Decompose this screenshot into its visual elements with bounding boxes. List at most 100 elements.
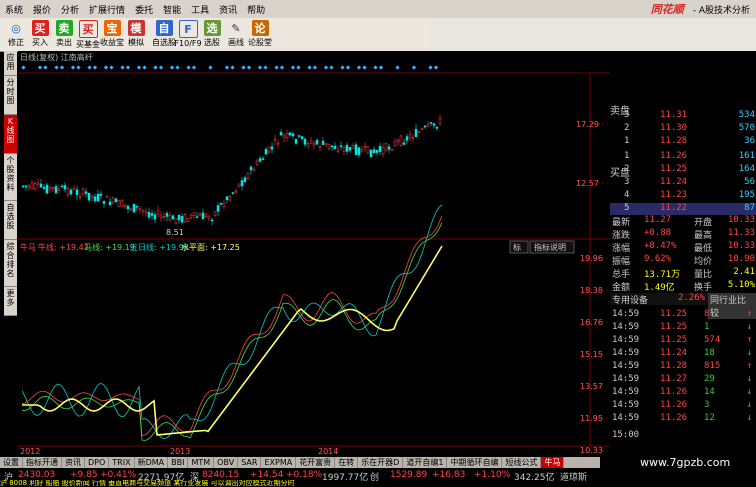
arrow-up-icon: ↑ xyxy=(746,335,752,345)
candle-body xyxy=(33,183,37,190)
app-logo: 同花顺 xyxy=(650,3,684,16)
stock-screen-button[interactable]: 选选股 xyxy=(200,18,224,48)
tab-watchlist[interactable]: 自选股 xyxy=(4,201,17,240)
chart-svg[interactable]: 日线(复权) 江南高纤 17.29 12.57 8.51 牛马 牛线: +19.… xyxy=(18,51,610,458)
menu-analysis[interactable]: 分析 xyxy=(56,3,84,16)
indicator-tab[interactable]: 花开富贵 xyxy=(296,457,336,468)
forum-button[interactable]: 论论股堂 xyxy=(248,18,272,48)
stat-row: 总手 13.71万 量比 2.41 xyxy=(610,267,756,280)
indicator-tab[interactable]: 中期循环自编 xyxy=(447,457,503,468)
stat-value-2: 10.33 xyxy=(727,215,755,225)
indicator-tab[interactable]: OBV xyxy=(214,457,239,468)
indicator-tick-label: 13.57 xyxy=(580,382,603,391)
stat-label: 涨跌 xyxy=(612,231,631,241)
candle-body xyxy=(150,213,154,216)
fund-icon: 买 xyxy=(78,20,98,38)
candle-body xyxy=(333,145,337,150)
indicator-tab[interactable]: 新DMA xyxy=(135,457,169,468)
income-treasure-button[interactable]: 宝收益宝 xyxy=(100,18,124,48)
candle-body xyxy=(330,145,334,148)
candle-body xyxy=(372,149,376,154)
candle-body xyxy=(216,205,220,212)
tick-volume: 18 xyxy=(704,348,715,358)
indicator-tab[interactable]: TRIX xyxy=(109,457,135,468)
tab-more[interactable]: 更多 xyxy=(4,287,17,316)
sell-button[interactable]: 卖卖出 xyxy=(52,18,76,48)
candle-body xyxy=(117,200,121,208)
candle-body xyxy=(240,180,244,187)
candle-body xyxy=(171,215,175,220)
indicator-tab[interactable]: DPO xyxy=(85,457,110,468)
indicator-tab[interactable]: 资讯 xyxy=(62,457,85,468)
menu-smart[interactable]: 智能 xyxy=(158,3,186,16)
tab-intraday[interactable]: 分时图 xyxy=(4,76,17,115)
bid-price: 11.23 xyxy=(660,190,688,200)
kline-chart-area[interactable]: 日线(复权) 江南高纤 17.29 12.57 8.51 牛马 牛线: +19.… xyxy=(18,51,610,458)
f10-button[interactable]: F F10/F9 xyxy=(174,18,202,48)
stat-value-2: 11.33 xyxy=(727,228,755,238)
candle-body xyxy=(363,145,367,148)
bid-volume: 161 xyxy=(738,151,755,161)
candle-body xyxy=(282,134,286,138)
bid-row: 1 11.26 161 xyxy=(610,151,756,163)
indicator-tab[interactable]: MTM xyxy=(188,457,215,468)
candle-body xyxy=(231,192,235,194)
candle-body xyxy=(138,208,142,211)
candle-body xyxy=(102,201,106,204)
menu-tools[interactable]: 工具 xyxy=(186,3,214,16)
candle-body xyxy=(228,196,232,201)
industry-row: 专用设备 2.26% 同行业比较 xyxy=(610,293,756,319)
indicator-tab[interactable]: 牛马 xyxy=(541,457,565,468)
simulate-icon: 模 xyxy=(127,20,145,36)
tab-stock-info[interactable]: 个股资料 xyxy=(4,154,17,201)
stat-label: 总手 xyxy=(612,270,631,280)
stat-label: 金额 xyxy=(612,283,631,293)
tick-volume: 1 xyxy=(704,322,710,332)
indicator-tab[interactable]: 道开自编1 xyxy=(403,457,448,468)
candle-body xyxy=(189,214,193,218)
candle-body xyxy=(438,118,442,125)
tick-row: 14:59 11.25 574 ↑ xyxy=(610,335,756,347)
stat-row: 金额 1.49亿 换手 5.10% xyxy=(610,280,756,293)
fix-button[interactable]: ◎ 修正 xyxy=(4,18,28,48)
indicator-tab[interactable]: 乐在开器D xyxy=(358,457,404,468)
indicator-tick-label: 18.38 xyxy=(580,286,603,295)
candle-body xyxy=(183,214,187,222)
tab-ranking[interactable]: 综合排名 xyxy=(4,240,17,287)
stat-label: 涨幅 xyxy=(612,244,631,254)
stat-label-2: 开盘 xyxy=(694,218,713,228)
menu-order[interactable]: 委托 xyxy=(130,3,158,16)
tab-kline[interactable]: K线图 xyxy=(4,115,17,154)
indicator-tab[interactable]: 短线公式 xyxy=(502,457,542,468)
tab-apps[interactable]: 应用 xyxy=(4,51,17,76)
menu-news[interactable]: 资讯 xyxy=(214,3,242,16)
menu-extended-quotes[interactable]: 扩展行情 xyxy=(84,3,130,16)
buy-button[interactable]: 买买入 xyxy=(28,18,52,48)
menu-help[interactable]: 帮助 xyxy=(242,3,270,16)
year-label-2012: 2012 xyxy=(20,447,40,456)
indicator-tab[interactable]: BBI xyxy=(168,457,189,468)
menu-system[interactable]: 系统 xyxy=(0,3,28,16)
tick-volume: 3 xyxy=(704,400,710,410)
candle-body xyxy=(39,183,43,188)
simulate-button[interactable]: 模模拟 xyxy=(124,18,148,48)
buy-fund-button[interactable]: 买买基金 xyxy=(76,18,100,50)
indicator-tick-label: 10.33 xyxy=(580,446,603,455)
bid-level: 5 xyxy=(624,203,630,213)
tick-time: 14:59 xyxy=(612,413,640,423)
indicator-tab[interactable]: 设置 xyxy=(0,457,23,468)
candle-body xyxy=(21,185,25,188)
candle-body xyxy=(162,216,166,218)
indicator-tab[interactable]: 指标开通 xyxy=(23,457,62,468)
sh-pct: +0.41% xyxy=(100,470,137,480)
year-label-2014: 2014 xyxy=(318,447,338,456)
indicator-tab[interactable]: 在转 xyxy=(335,457,359,468)
draw-line-button[interactable]: ✎ 画线 xyxy=(224,18,248,48)
indicator-tab[interactable]: EXPMA xyxy=(261,457,297,468)
stat-label-2: 换手 xyxy=(694,283,713,293)
candle-body xyxy=(396,139,400,142)
candle-body xyxy=(114,198,118,202)
watchlist-button[interactable]: 自自选股 xyxy=(152,18,176,48)
menu-quotes[interactable]: 报价 xyxy=(28,3,56,16)
indicator-tab[interactable]: SAR xyxy=(238,457,262,468)
